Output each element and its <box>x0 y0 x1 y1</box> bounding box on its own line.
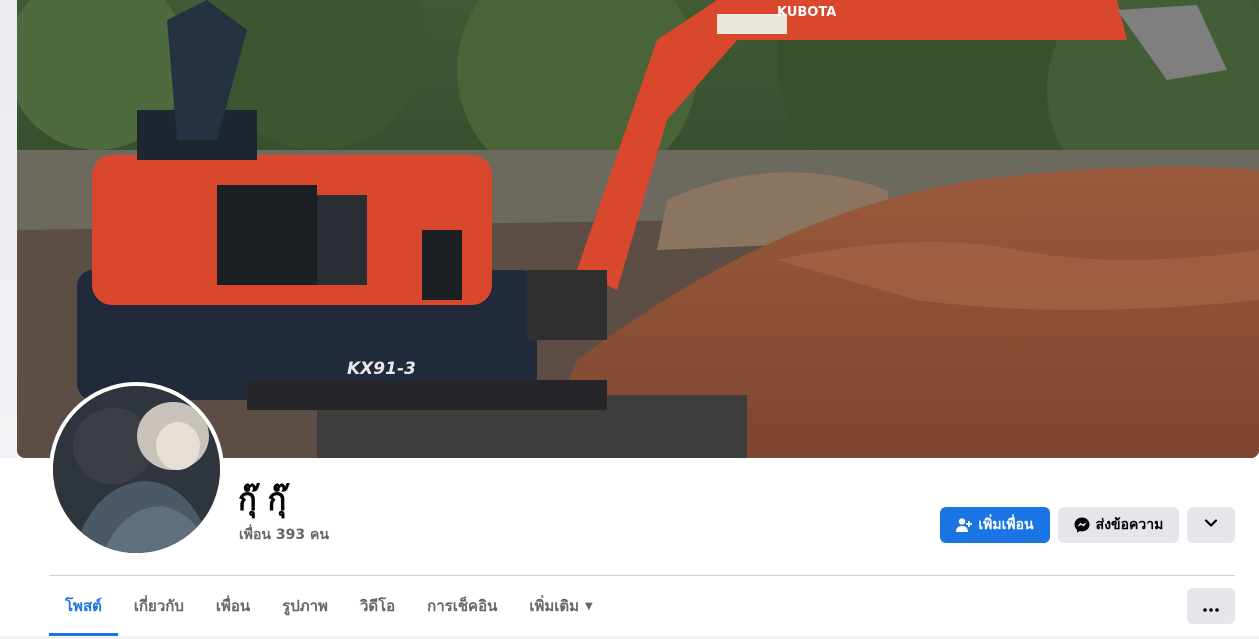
profile-page: KUBOTA KX91-3 กุ๊ กุ๊ เพื่อน 393 คน เพิ่… <box>0 0 1259 639</box>
tab-videos[interactable]: วิดีโอ <box>344 576 411 636</box>
caret-down-icon: ▼ <box>585 600 593 612</box>
cover-brand-text: KUBOTA <box>777 5 836 20</box>
tab-friends[interactable]: เพื่อน <box>200 576 266 636</box>
tab-videos-label: วิดีโอ <box>359 597 396 615</box>
more-dots-icon <box>1203 597 1219 616</box>
message-label: ส่งข้อความ <box>1095 517 1164 533</box>
cover-photo-image: KUBOTA KX91-3 <box>17 0 1259 458</box>
tab-about[interactable]: เกี่ยวกับ <box>118 576 200 636</box>
message-button[interactable]: ส่งข้อความ <box>1058 507 1179 543</box>
cover-photo[interactable]: KUBOTA KX91-3 <box>17 0 1259 458</box>
tab-about-label: เกี่ยวกับ <box>133 597 184 615</box>
profile-name: กุ๊ กุ๊ <box>238 482 287 518</box>
avatar-image <box>53 386 220 553</box>
tab-posts[interactable]: โพสต์ <box>49 576 118 636</box>
messenger-icon <box>1074 517 1090 533</box>
tab-more-label: เพิ่มเติม <box>529 597 580 615</box>
profile-avatar[interactable] <box>49 382 224 557</box>
tab-checkins[interactable]: การเช็คอิน <box>411 576 513 636</box>
tab-more[interactable]: เพิ่มเติม ▼ <box>513 576 608 636</box>
chevron-down-icon <box>1204 516 1218 534</box>
friends-count[interactable]: เพื่อน 393 คน <box>239 524 329 546</box>
more-actions-button[interactable] <box>1187 507 1235 543</box>
add-friend-button[interactable]: เพิ่มเพื่อน <box>940 507 1050 543</box>
left-edge <box>0 0 17 458</box>
add-friend-label: เพิ่มเพื่อน <box>978 517 1034 533</box>
tab-checkins-label: การเช็คอิน <box>427 597 498 615</box>
tab-friends-label: เพื่อน <box>215 597 251 615</box>
tab-posts-label: โพสต์ <box>65 597 102 615</box>
tabs-menu-button[interactable] <box>1187 588 1235 624</box>
cover-model-text: KX91-3 <box>347 359 416 379</box>
tab-photos[interactable]: รูปภาพ <box>266 576 344 636</box>
tab-photos-label: รูปภาพ <box>282 597 328 615</box>
profile-tabs: โพสต์ เกี่ยวกับ เพื่อน รูปภาพ วิดีโอ การ… <box>49 576 609 636</box>
add-friend-icon <box>956 517 973 533</box>
